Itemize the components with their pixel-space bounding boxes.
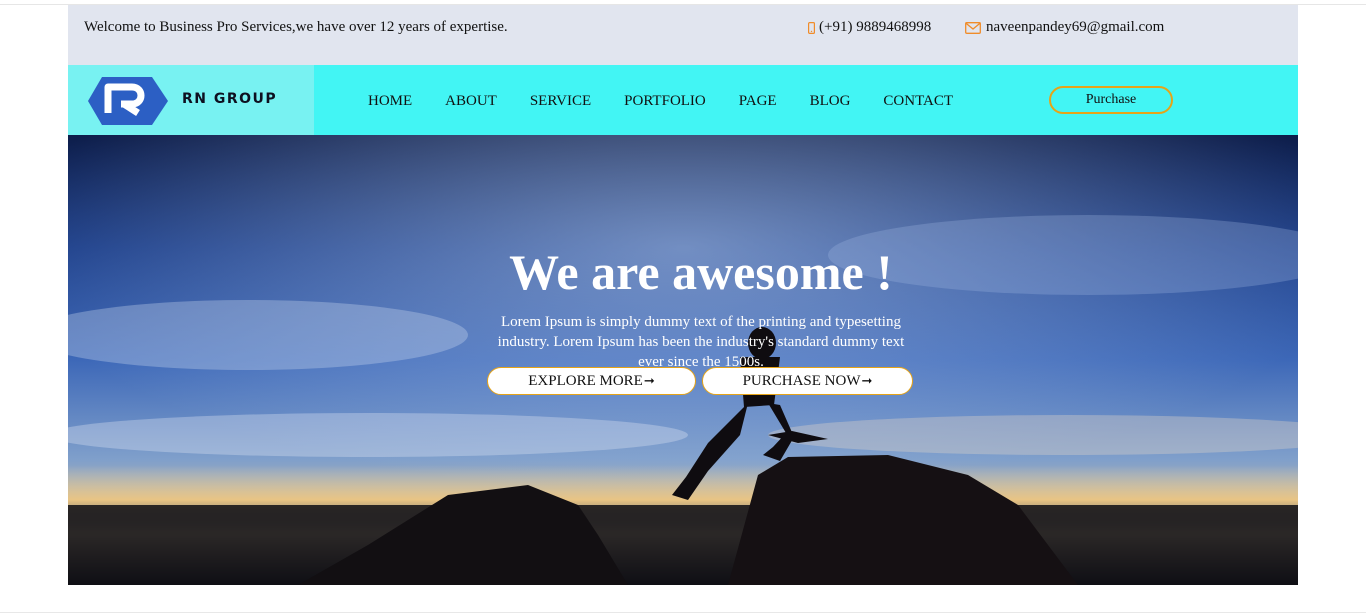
nav-item-service[interactable]: SERVICE xyxy=(530,93,591,110)
hero-banner: We are awesome ! Lorem Ipsum is simply d… xyxy=(68,135,1298,585)
main-navbar: RN GROUP HOME ABOUT SERVICE PORTFOLIO PA… xyxy=(68,65,1298,135)
purchase-now-button[interactable]: PURCHASE NOW ➞ xyxy=(702,367,913,395)
brand-name: RN GROUP xyxy=(182,91,278,107)
top-info-bar: Welcome to Business Pro Services,we have… xyxy=(68,5,1298,65)
hero-description: Lorem Ipsum is simply dummy text of the … xyxy=(497,314,905,370)
contact-email[interactable]: naveenpandey69@gmail.com xyxy=(965,19,1164,36)
email-address: naveenpandey69@gmail.com xyxy=(986,19,1165,35)
logo[interactable]: RN GROUP xyxy=(68,65,314,135)
nav-menu: HOME ABOUT SERVICE PORTFOLIO PAGE BLOG C… xyxy=(368,93,986,110)
mobile-phone-icon xyxy=(808,21,815,34)
welcome-text: Welcome to Business Pro Services,we have… xyxy=(84,19,508,35)
nav-item-about[interactable]: ABOUT xyxy=(445,93,497,110)
page-bottom-divider xyxy=(0,612,1366,613)
hero-title: We are awesome ! xyxy=(509,243,893,300)
nav-item-contact[interactable]: CONTACT xyxy=(883,93,953,110)
explore-more-label: EXPLORE MORE xyxy=(528,372,643,389)
phone-number: (+91) 9889468998 xyxy=(819,19,932,35)
logo-hexagon-icon xyxy=(88,77,168,125)
nav-item-portfolio[interactable]: PORTFOLIO xyxy=(624,93,706,110)
nav-item-blog[interactable]: BLOG xyxy=(810,93,851,110)
nav-item-page[interactable]: PAGE xyxy=(739,93,777,110)
purchase-button[interactable]: Purchase xyxy=(1049,86,1173,114)
explore-more-button[interactable]: EXPLORE MORE ➞ xyxy=(487,367,696,395)
envelope-icon xyxy=(965,21,981,34)
contact-phone[interactable]: (+91) 9889468998 xyxy=(808,19,931,36)
purchase-now-label: PURCHASE NOW xyxy=(742,372,861,389)
arrow-right-icon: ➞ xyxy=(643,373,655,389)
nav-item-home[interactable]: HOME xyxy=(368,93,412,110)
arrow-right-icon: ➞ xyxy=(861,373,873,389)
site-container: Welcome to Business Pro Services,we have… xyxy=(68,5,1298,585)
